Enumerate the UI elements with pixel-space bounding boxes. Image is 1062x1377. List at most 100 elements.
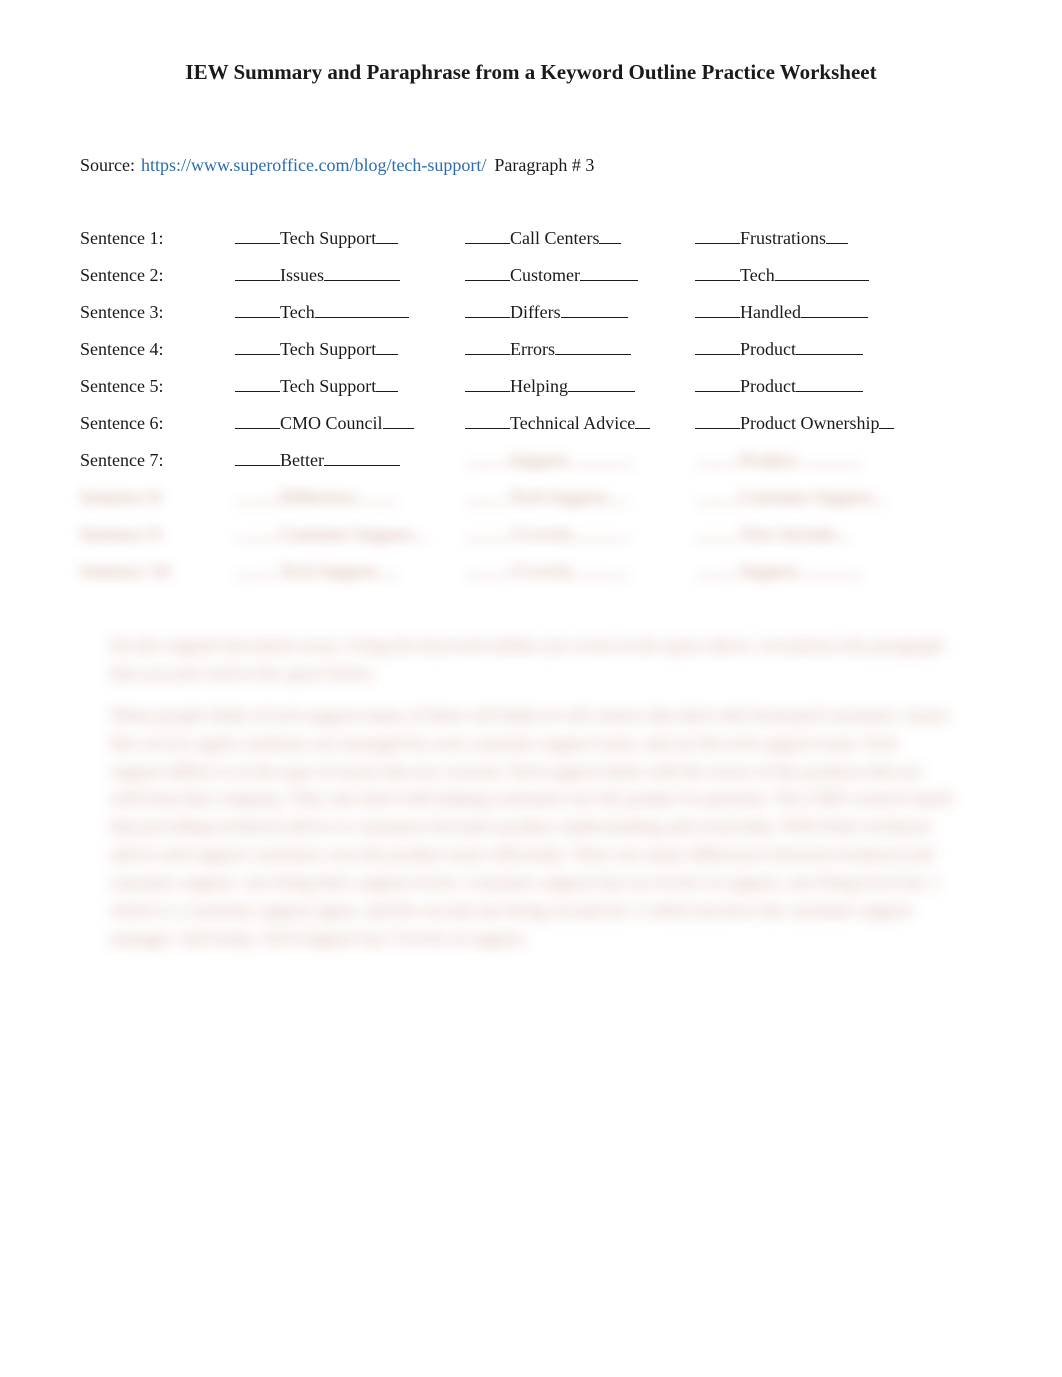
paragraph-number: Paragraph # 3 (494, 155, 594, 176)
underline-post (775, 263, 869, 281)
underline-post (796, 448, 863, 466)
sentence-row: Sentence 6:CMO CouncilTechnical AdvicePr… (80, 411, 982, 434)
sentence-row: Sentence 9: Customer Support 3 Levels Tiers… (80, 522, 982, 545)
keyword-cell: Product (695, 337, 925, 360)
keyword-text: Difference (280, 487, 357, 507)
underline-post (872, 485, 887, 503)
keyword-text: Issues (280, 265, 324, 285)
underline-post (376, 559, 398, 577)
keyword-cell: Customer (465, 263, 695, 286)
underline-post (797, 559, 864, 577)
keyword-cell: Difference (235, 485, 465, 508)
sentence-label: Sentence 2: (80, 265, 235, 286)
source-link[interactable]: https://www.superoffice.com/blog/tech-su… (141, 155, 486, 176)
sentence-row: Sentence 10:Tech Support5 LevelsSupport (80, 559, 982, 582)
keyword-cell: Tiers Include (695, 522, 925, 545)
underline-post (412, 522, 427, 540)
underline-post (571, 559, 629, 577)
keyword-text: Product (740, 339, 796, 359)
sentences-list: Sentence 1:Tech SupportCall CentersFrust… (80, 226, 982, 582)
keyword-cell: Tech Support (465, 485, 695, 508)
underline-post (324, 263, 400, 281)
keyword-cell: Frustrations (695, 226, 925, 249)
keyword-cell: Tech Support (235, 374, 465, 397)
keyword-cell: Support (695, 559, 925, 582)
underline-pre (695, 374, 740, 392)
underline-post (568, 374, 635, 392)
sentence-row: Sentence 5: Tech Support Helping Product (80, 374, 982, 397)
underline-post (555, 337, 631, 355)
keyword-text: Helping (510, 376, 568, 396)
keyword-cell: Tech Support (235, 337, 465, 360)
underline-post (801, 300, 868, 318)
sentence-row: Sentence 3:TechDiffersHandled (80, 300, 982, 323)
underline-post (357, 485, 397, 503)
underline-post (826, 226, 848, 244)
underline-post (324, 448, 400, 466)
underline-pre (465, 337, 510, 355)
underline-pre (465, 374, 510, 392)
underline-pre (695, 448, 740, 466)
underline-pre (695, 522, 740, 540)
keyword-cell: Customer Support (695, 485, 925, 508)
sentence-label: Sentence 4: (80, 339, 235, 360)
keyword-text: Customer (510, 265, 580, 285)
keyword-cell: Tech Support (235, 226, 465, 249)
underline-pre (695, 559, 740, 577)
underline-post (567, 448, 634, 466)
keyword-text: Better (280, 450, 324, 470)
keyword-text: Frustrations (740, 228, 826, 248)
underline-pre (465, 226, 510, 244)
keyword-text: Product (740, 450, 796, 470)
underline-post (561, 300, 628, 318)
underline-pre (695, 226, 740, 244)
underline-pre (695, 263, 740, 281)
keyword-cell: 5 Levels (465, 559, 695, 582)
underline-pre (235, 300, 280, 318)
underline-pre (695, 411, 740, 429)
keyword-text: CMO Council (280, 413, 383, 433)
keyword-text: 3 Levels (510, 524, 571, 544)
underline-pre (235, 374, 280, 392)
sentence-label: Sentence 7: (80, 450, 235, 471)
keyword-text: Support (510, 450, 567, 470)
underline-pre (235, 559, 280, 577)
underline-pre (235, 485, 280, 503)
underline-post (835, 522, 850, 540)
underline-pre (465, 411, 510, 429)
underline-post (376, 337, 398, 355)
keyword-cell: Support (465, 448, 695, 471)
underline-pre (235, 448, 280, 466)
keyword-cell: Better (235, 448, 465, 471)
keyword-cell: Customer Support (235, 522, 465, 545)
instructions-block: Set the original document away. Using th… (80, 632, 982, 953)
keyword-text: Call Centers (510, 228, 599, 248)
sentence-row: Sentence 8:DifferenceTech SupportCustome… (80, 485, 982, 508)
keyword-text: Tiers Include (740, 524, 835, 544)
sentence-label: Sentence 5: (80, 376, 235, 397)
underline-pre (235, 337, 280, 355)
underline-pre (465, 263, 510, 281)
keyword-text: Customer Support (280, 524, 412, 544)
sentence-label: Sentence 9: (80, 524, 235, 545)
keyword-text: Tech Support (510, 487, 606, 507)
underline-pre (235, 411, 280, 429)
sentence-label: Sentence 3: (80, 302, 235, 323)
keyword-text: Errors (510, 339, 555, 359)
keyword-text: Tech Support (280, 376, 376, 396)
underline-pre (235, 522, 280, 540)
keyword-text: Customer Support (740, 487, 872, 507)
keyword-cell: Differs (465, 300, 695, 323)
keyword-text: Product (740, 376, 796, 396)
keyword-text: Tech Support (280, 228, 376, 248)
underline-pre (465, 448, 510, 466)
sentence-row: Sentence 7: Better Support Product (80, 448, 982, 471)
keyword-cell: Technical Advice (465, 411, 695, 434)
source-row: Source: https://www.superoffice.com/blog… (80, 155, 982, 176)
underline-pre (695, 300, 740, 318)
underline-pre (235, 226, 280, 244)
keyword-text: Tech Support (280, 561, 376, 581)
worksheet-title: IEW Summary and Paraphrase from a Keywor… (80, 60, 982, 85)
underline-pre (465, 485, 510, 503)
keyword-cell: 3 Levels (465, 522, 695, 545)
